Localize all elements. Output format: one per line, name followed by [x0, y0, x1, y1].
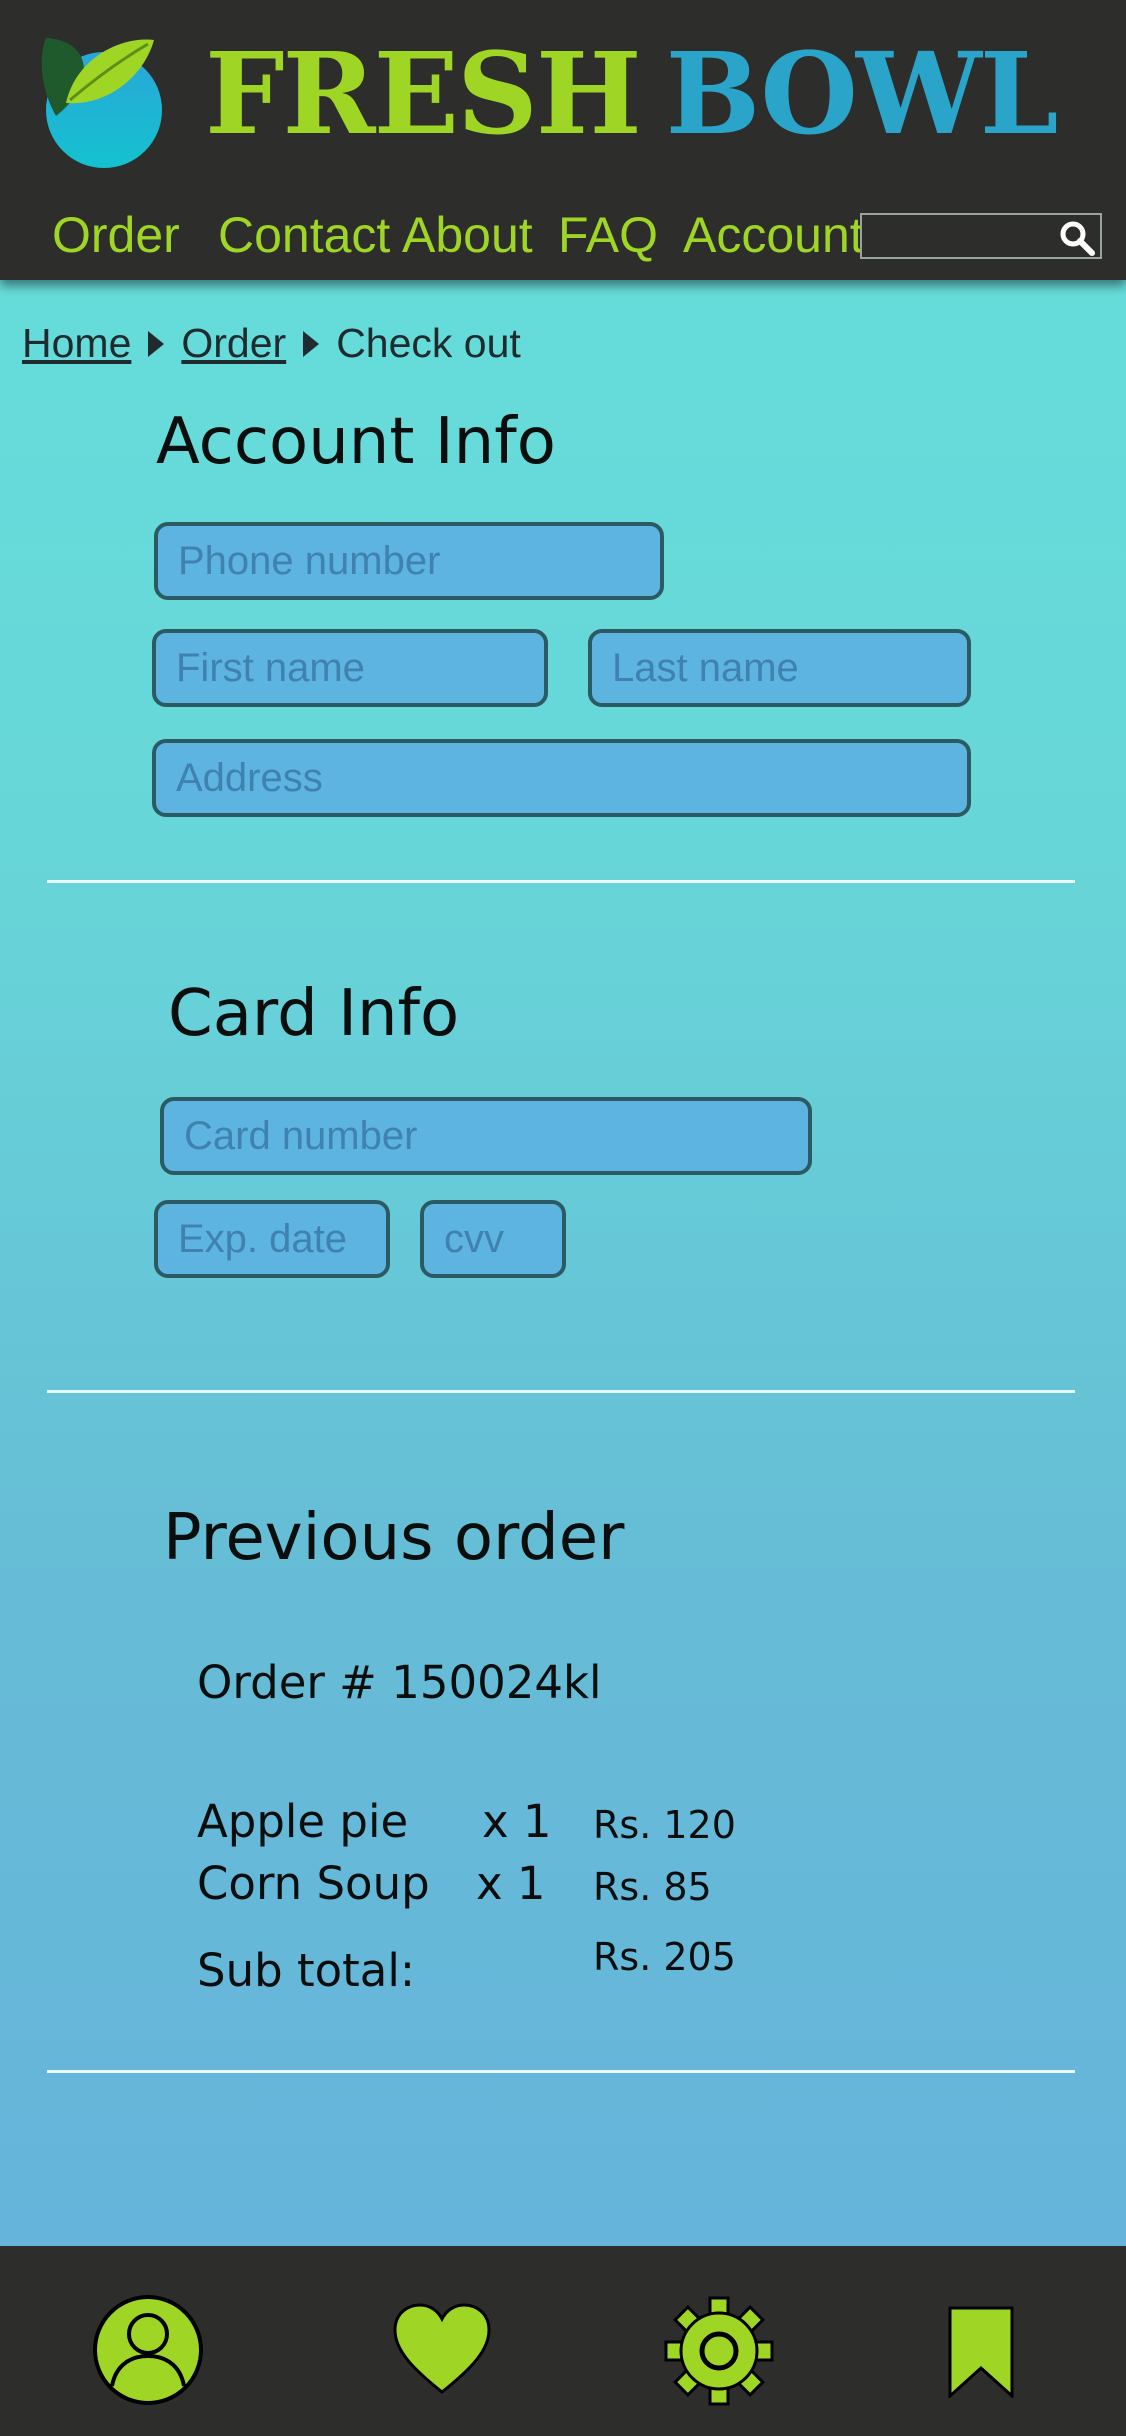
chevron-right-icon — [303, 331, 320, 357]
nav-order[interactable]: Order — [52, 205, 180, 265]
first-name-field[interactable] — [152, 629, 548, 707]
nav-account[interactable]: Account — [683, 205, 864, 265]
breadcrumb-home[interactable]: Home — [22, 320, 131, 366]
exp-date-field[interactable] — [154, 1200, 390, 1278]
order-item-name: Apple pie — [197, 1795, 409, 1848]
section-divider — [47, 1390, 1075, 1393]
search-box[interactable] — [860, 213, 1102, 259]
cvv-input[interactable] — [424, 1204, 562, 1274]
first-name-input[interactable] — [156, 633, 544, 703]
nav-contact[interactable]: Contact — [218, 205, 390, 265]
search-input[interactable] — [868, 219, 1052, 255]
logo-icon — [41, 38, 162, 168]
section-divider — [47, 2070, 1075, 2073]
order-item-name: Corn Soup — [197, 1857, 430, 1910]
order-number: Order # 150024kl — [197, 1656, 602, 1709]
brand-word-bowl: BOWL — [665, 29, 1059, 160]
phone-field[interactable] — [154, 522, 664, 600]
chevron-right-icon — [148, 331, 165, 357]
card-info-title: Card Info — [168, 977, 460, 1051]
bookmark-icon[interactable] — [948, 2306, 1014, 2398]
order-item-qty: x 1 — [482, 1795, 552, 1848]
address-input[interactable] — [156, 743, 967, 813]
profile-icon[interactable] — [92, 2294, 204, 2406]
order-item-price: Rs. 85 — [593, 1865, 712, 1909]
gear-icon[interactable] — [664, 2296, 774, 2406]
address-field[interactable] — [152, 739, 971, 817]
heart-icon[interactable] — [392, 2302, 492, 2396]
last-name-input[interactable] — [592, 633, 967, 703]
order-item-price: Rs. 120 — [593, 1803, 736, 1847]
bottom-nav — [0, 2246, 1126, 2436]
nav-faq[interactable]: FAQ — [558, 205, 658, 265]
order-item-qty: x 1 — [476, 1857, 546, 1910]
card-number-input[interactable] — [164, 1101, 808, 1171]
previous-order-title: Previous order — [163, 1501, 625, 1575]
section-divider — [47, 880, 1075, 883]
app-header: FRESH BOWL Order Contact About FAQ Accoun… — [0, 0, 1126, 280]
breadcrumb: Home Order Check out — [22, 318, 521, 368]
brand-word-fresh: FRESH — [205, 29, 642, 160]
subtotal-value: Rs. 205 — [593, 1935, 736, 1979]
brand-title: FRESH BOWL — [205, 29, 1059, 160]
search-icon[interactable] — [1058, 219, 1096, 257]
last-name-field[interactable] — [588, 629, 971, 707]
exp-date-input[interactable] — [158, 1204, 386, 1274]
account-info-title: Account Info — [156, 405, 556, 479]
nav-about[interactable]: About — [402, 205, 533, 265]
subtotal-label: Sub total: — [197, 1944, 416, 1997]
phone-input[interactable] — [158, 526, 660, 596]
card-number-field[interactable] — [160, 1097, 812, 1175]
cvv-field[interactable] — [420, 1200, 566, 1278]
breadcrumb-order[interactable]: Order — [181, 320, 286, 366]
breadcrumb-current: Check out — [336, 320, 521, 366]
